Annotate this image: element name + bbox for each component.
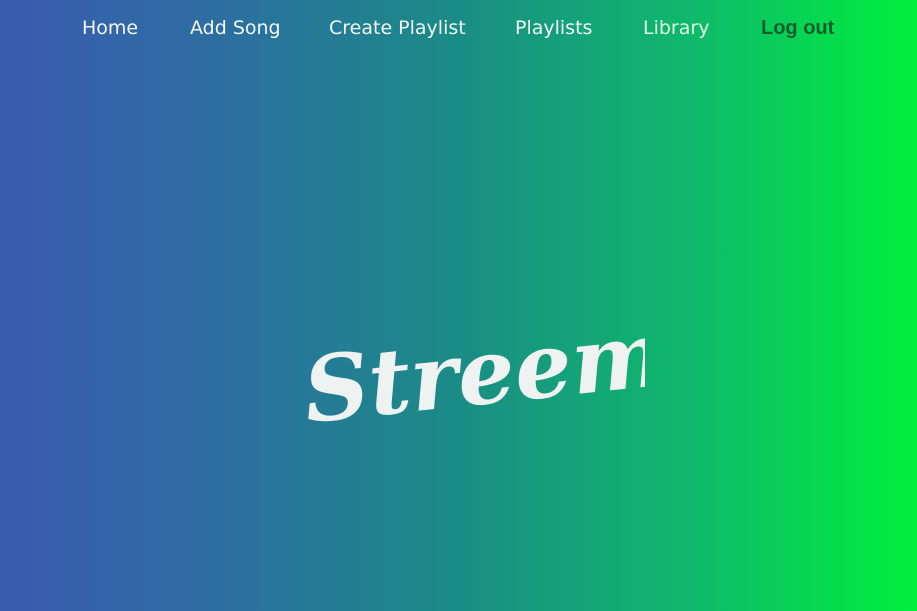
main-nav: Home Add Song Create Playlist Playlists … bbox=[0, 0, 917, 58]
streemer-logo: Streemer bbox=[299, 289, 781, 444]
logo-text: Streemer bbox=[300, 300, 645, 440]
nav-add-song-link[interactable]: Add Song bbox=[190, 16, 281, 40]
nav-create-playlist-link[interactable]: Create Playlist bbox=[329, 16, 466, 40]
nav-playlists-link[interactable]: Playlists bbox=[515, 16, 592, 40]
logo-wordmark: Streemer bbox=[299, 289, 781, 444]
nav-library-link[interactable]: Library bbox=[643, 16, 709, 40]
nav-home-link[interactable]: Home bbox=[82, 16, 138, 40]
logout-link[interactable]: Log out bbox=[761, 16, 834, 40]
